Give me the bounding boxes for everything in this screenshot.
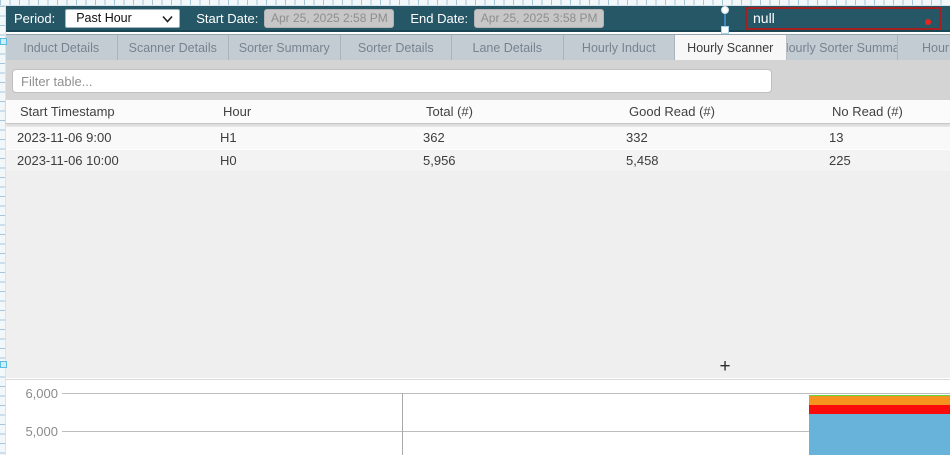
- table-cell: 5,458: [615, 150, 818, 171]
- tab-hourly-induct[interactable]: Hourly Induct: [564, 35, 676, 60]
- period-label: Period:: [14, 11, 55, 26]
- table-header-row: Start TimestampHourTotal (#)Good Read (#…: [6, 100, 950, 124]
- tab-hourly-sort[interactable]: Hourly Sort: [898, 35, 950, 60]
- column-header[interactable]: Good Read (#): [615, 100, 818, 123]
- start-date-input[interactable]: Apr 25, 2025 2:58 PM: [264, 9, 394, 28]
- chevron-down-icon: [162, 15, 173, 23]
- tab-sorter-details[interactable]: Sorter Details: [341, 35, 453, 60]
- bar-segment-other-green[interactable]: [809, 395, 950, 396]
- bar-segment-other-orange[interactable]: [809, 396, 950, 405]
- y-axis-tick-label: 5,000: [6, 424, 58, 439]
- ruler-handle-icon[interactable]: [0, 38, 7, 45]
- filter-bar: [6, 60, 950, 100]
- bar-segment-good-read[interactable]: [809, 414, 950, 455]
- tab-bar: Induct DetailsScanner DetailsSorter Summ…: [6, 34, 950, 60]
- table-row[interactable]: 2023-11-06 10:00H05,9565,458225: [6, 149, 950, 171]
- category-gridline: [402, 393, 403, 455]
- designer-canvas: Period: Past Hour Start Date: Apr 25, 20…: [0, 0, 950, 455]
- filter-table-input[interactable]: [12, 69, 772, 93]
- table-cell: 2023-11-06 10:00: [6, 150, 209, 171]
- table-cell: H0: [209, 150, 412, 171]
- column-header[interactable]: Start Timestamp: [6, 100, 209, 123]
- bar-segment-no-read[interactable]: [809, 405, 950, 414]
- table-cell: H1: [209, 127, 412, 149]
- table-cell: 13: [818, 127, 950, 149]
- column-header[interactable]: Total (#): [412, 100, 615, 123]
- column-header[interactable]: No Read (#): [818, 100, 950, 123]
- table-cell: 362: [412, 127, 615, 149]
- tab-induct-details[interactable]: Induct Details: [6, 35, 118, 60]
- table-cell: 225: [818, 150, 950, 171]
- table-row[interactable]: 2023-11-06 9:00H136233213: [6, 127, 950, 149]
- tab-scanner-details[interactable]: Scanner Details: [118, 35, 230, 60]
- stacked-bar[interactable]: [809, 380, 950, 455]
- error-dot-icon: [925, 19, 931, 25]
- tab-hourly-sorter-summar[interactable]: Hourly Sorter Summar: [787, 35, 899, 60]
- tab-lane-details[interactable]: Lane Details: [452, 35, 564, 60]
- column-header[interactable]: Hour: [209, 100, 412, 123]
- y-axis-tick-label: 6,000: [6, 386, 58, 401]
- selected-label-component[interactable]: null: [745, 7, 941, 30]
- period-select-value: Past Hour: [76, 11, 132, 25]
- end-date-input[interactable]: Apr 25, 2025 3:58 PM: [474, 9, 604, 28]
- table-cell: 5,956: [412, 150, 615, 171]
- table-cell: 2023-11-06 9:00: [6, 127, 209, 149]
- selection-anchor-icon[interactable]: [721, 6, 729, 14]
- end-date-label: End Date:: [410, 11, 468, 26]
- stacked-bar-chart: 6,000 5,000: [6, 379, 950, 455]
- tab-sorter-summary[interactable]: Sorter Summary: [229, 35, 341, 60]
- period-select[interactable]: Past Hour: [65, 9, 180, 28]
- selection-handle-icon[interactable]: [721, 26, 729, 34]
- tab-hourly-scanner[interactable]: Hourly Scanner: [675, 35, 787, 60]
- table-cell: 332: [615, 127, 818, 149]
- start-date-label: Start Date:: [196, 11, 258, 26]
- label-text: null: [753, 10, 775, 26]
- add-button[interactable]: +: [714, 357, 736, 377]
- data-table: Start TimestampHourTotal (#)Good Read (#…: [6, 100, 950, 378]
- ruler-handle-icon[interactable]: [0, 361, 7, 368]
